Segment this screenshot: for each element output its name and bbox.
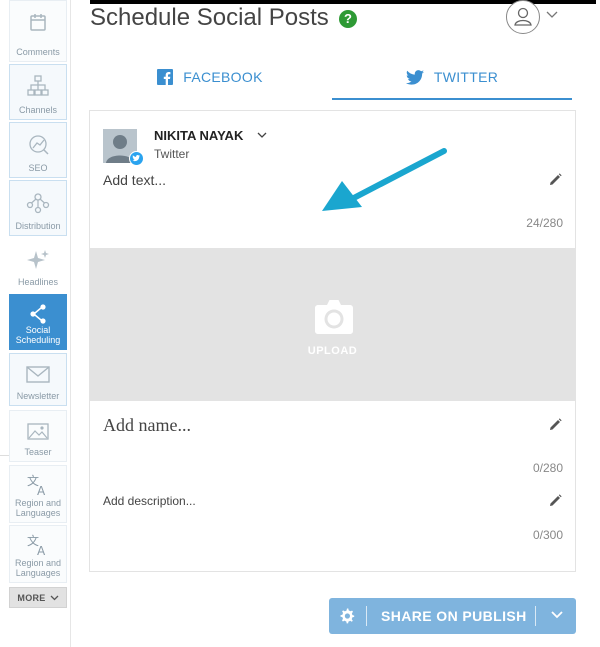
seo-graph-icon (29, 135, 49, 155)
share-icon (30, 304, 46, 324)
divider (535, 606, 536, 626)
sidebar-item-social-scheduling[interactable]: Social Scheduling (9, 294, 67, 350)
envelope-icon (26, 366, 50, 383)
svg-text:A: A (37, 484, 46, 498)
sidebar: Comments Channels SEO Distribution Headl… (0, 0, 71, 647)
gear-icon[interactable] (339, 608, 355, 624)
sidebar-item-region-languages-2[interactable]: 文A Region and Languages (9, 525, 67, 583)
sidebar-item-newsletter[interactable]: Newsletter (9, 353, 67, 406)
twitter-badge-icon (129, 151, 144, 166)
chevron-down-icon[interactable] (257, 132, 267, 139)
sidebar-item-label: Newsletter (16, 391, 60, 401)
text-char-counter: 24/280 (526, 216, 563, 230)
post-text-input[interactable]: Add text... (103, 172, 523, 188)
camera-icon (315, 300, 353, 334)
user-icon (514, 7, 532, 26)
sidebar-item-label: Comments (16, 47, 60, 57)
pencil-icon[interactable] (549, 173, 562, 186)
sidebar-item-label: SEO (28, 163, 48, 173)
svg-text:A: A (37, 544, 46, 558)
tab-label: FACEBOOK (183, 69, 263, 85)
chevron-down-icon (50, 595, 59, 600)
sidebar-item-comments[interactable]: Comments (9, 0, 67, 62)
facebook-icon (157, 69, 174, 85)
more-label: MORE (17, 592, 46, 603)
sidebar-item-label: Distribution (15, 221, 61, 231)
page-title: Schedule Social Posts (90, 4, 329, 31)
sparkle-icon (27, 250, 49, 269)
more-button[interactable]: MORE (9, 587, 67, 608)
network-icon (26, 193, 50, 214)
sidebar-item-label: Channels (18, 105, 58, 115)
sidebar-item-region-languages[interactable]: 文A Region and Languages (9, 465, 67, 523)
pencil-icon[interactable] (549, 494, 562, 507)
share-button-label: SHARE ON PUBLISH (381, 608, 527, 624)
tab-twitter[interactable]: TWITTER (332, 56, 572, 100)
account-network: Twitter (154, 147, 190, 161)
sidebar-item-channels[interactable]: Channels (9, 64, 67, 120)
sidebar-item-label: Social Scheduling (15, 325, 61, 345)
translate-icon: 文A (27, 533, 46, 558)
divider (0, 455, 9, 456)
help-icon[interactable]: ? (339, 10, 357, 28)
tab-facebook[interactable]: FACEBOOK (90, 56, 330, 98)
translate-icon: 文A (27, 473, 46, 498)
sidebar-item-seo[interactable]: SEO (9, 122, 67, 178)
twitter-icon (132, 155, 140, 162)
sidebar-item-distribution[interactable]: Distribution (9, 180, 67, 236)
sidebar-item-label: Headlines (17, 277, 59, 287)
twitter-icon (405, 69, 424, 85)
sidebar-item-teaser[interactable]: Teaser (9, 410, 67, 462)
pencil-icon[interactable] (549, 418, 562, 431)
image-upload-area[interactable]: UPLOAD (90, 248, 575, 401)
tab-label: TWITTER (433, 69, 499, 85)
name-char-counter: 0/280 (532, 461, 563, 475)
description-char-counter: 0/300 (532, 528, 563, 542)
share-on-publish-button[interactable]: SHARE ON PUBLISH (329, 598, 576, 634)
account-name[interactable]: NIKITA NAYAK (154, 128, 243, 143)
annotation-arrow-icon (322, 148, 447, 211)
image-icon (27, 423, 49, 440)
user-avatar-button[interactable] (506, 0, 540, 34)
sidebar-item-label: Region and Languages (14, 558, 62, 578)
chevron-down-icon[interactable] (546, 11, 558, 19)
sidebar-item-label: Teaser (24, 447, 52, 457)
post-name-input[interactable]: Add name... (103, 415, 191, 436)
divider (366, 606, 367, 626)
calendar-icon (30, 14, 46, 31)
sidebar-item-headlines[interactable]: Headlines (9, 238, 67, 292)
chevron-down-icon[interactable] (551, 611, 563, 619)
upload-label: UPLOAD (307, 345, 358, 357)
sidebar-item-label: Region and Languages (14, 498, 62, 518)
sitemap-icon (27, 75, 49, 96)
post-description-input[interactable]: Add description... (103, 494, 196, 508)
